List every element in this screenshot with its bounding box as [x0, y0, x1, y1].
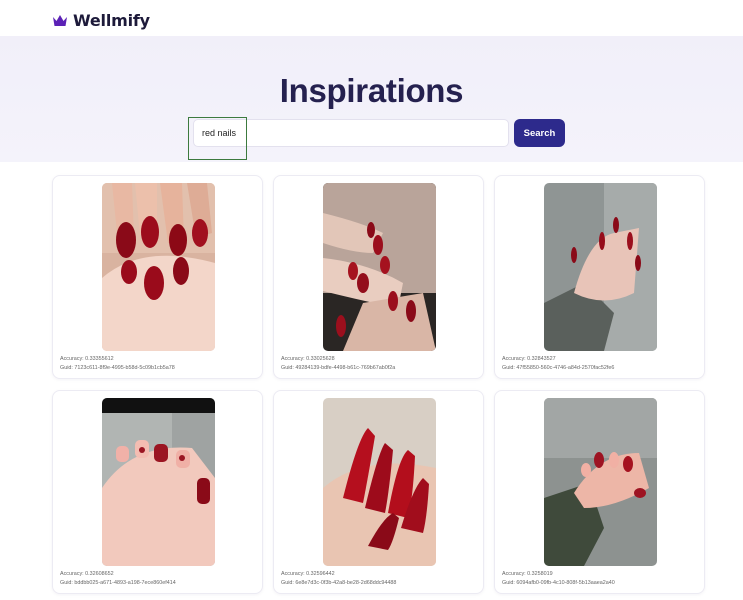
- top-bar: Wellmify: [0, 0, 743, 36]
- result-card[interactable]: Accuracy: 0.32843527 Guid: 47f55850-560c…: [494, 175, 705, 379]
- result-image[interactable]: [544, 183, 657, 351]
- search-button[interactable]: Search: [514, 119, 565, 147]
- accuracy-score: Accuracy: 0.32596442: [281, 571, 335, 577]
- result-guid: Guid: 7123c611-8f9e-4995-b58d-5c09b1cb5a…: [60, 365, 175, 371]
- result-card[interactable]: Accuracy: 0.32596442 Guid: 6e8e7d3c-0f3b…: [273, 390, 484, 594]
- result-image[interactable]: [102, 398, 215, 566]
- brand-name: Wellmify: [73, 11, 150, 30]
- crown-icon: [53, 14, 67, 26]
- result-card[interactable]: Accuracy: 0.33025628 Guid: 49284139-bdfe…: [273, 175, 484, 379]
- search-input[interactable]: [202, 120, 502, 146]
- page-title: Inspirations: [279, 72, 464, 109]
- accuracy-score: Accuracy: 0.33355612: [60, 356, 114, 362]
- result-card[interactable]: Accuracy: 0.33355612 Guid: 7123c611-8f9e…: [52, 175, 263, 379]
- accuracy-score: Accuracy: 0.32608652: [60, 571, 114, 577]
- result-guid: Guid: 47f55850-560c-4746-a84d-2570fac52f…: [502, 365, 615, 371]
- result-card[interactable]: Accuracy: 0.32608652 Guid: bddbb025-a671…: [52, 390, 263, 594]
- brand-logo[interactable]: Wellmify: [52, 11, 150, 30]
- result-image[interactable]: [323, 183, 436, 351]
- accuracy-score: Accuracy: 0.32843527: [502, 356, 556, 362]
- result-guid: Guid: 49284139-bdfe-4498-b61c-769b67ab0f…: [281, 365, 396, 371]
- result-guid: Guid: 6094afb0-09fb-4c10-808f-5b13aaea2a…: [502, 580, 615, 586]
- result-guid: Guid: bddbb025-a671-4893-a198-7ece860ef4…: [60, 580, 176, 586]
- result-image[interactable]: [544, 398, 657, 566]
- result-image[interactable]: [323, 398, 436, 566]
- result-guid: Guid: 6e8e7d3c-0f3b-42a8-be28-2d68ddc944…: [281, 580, 397, 586]
- result-card[interactable]: Accuracy: 0.3258019 Guid: 6094afb0-09fb-…: [494, 390, 705, 594]
- accuracy-score: Accuracy: 0.33025628: [281, 356, 335, 362]
- result-image[interactable]: [102, 183, 215, 351]
- accuracy-score: Accuracy: 0.3258019: [502, 571, 553, 577]
- focus-highlight-box: [188, 117, 247, 160]
